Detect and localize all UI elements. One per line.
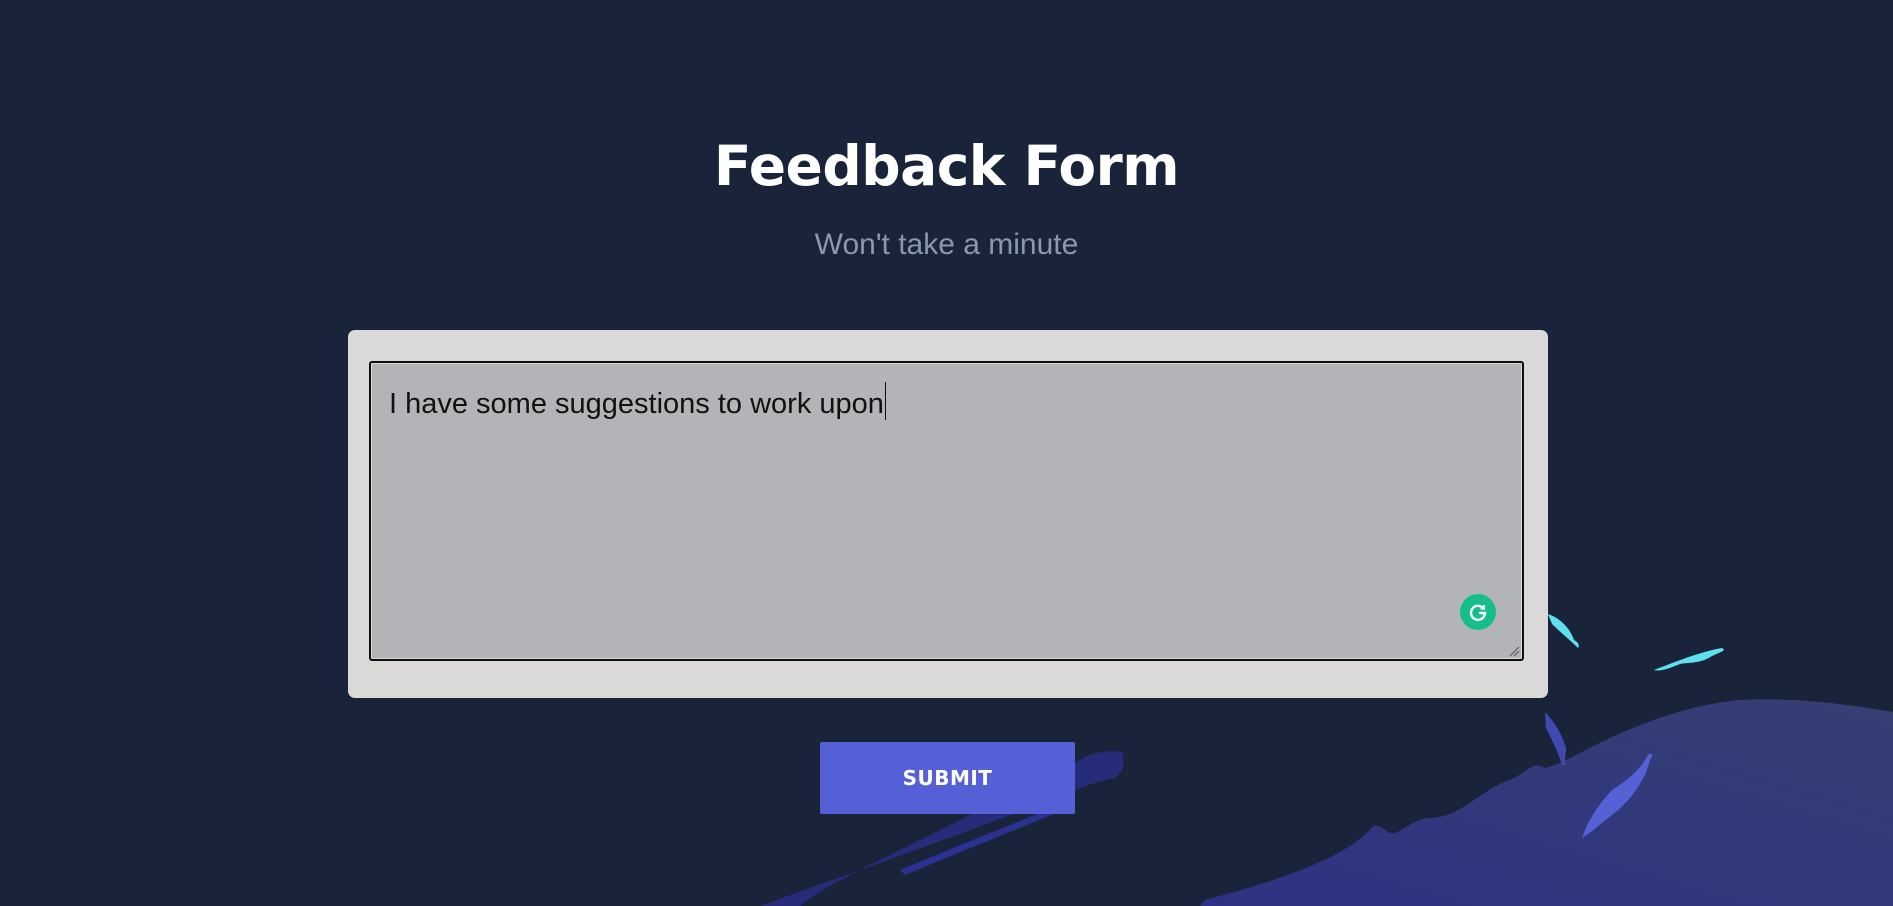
page-title: Feedback Form [713, 134, 1180, 198]
feather-cyan-left [1548, 614, 1579, 648]
feedback-text: I have some suggestions to work upon [389, 382, 887, 422]
feather-cyan-right [1654, 648, 1724, 671]
text-cursor [884, 382, 887, 420]
page-subtitle: Won't take a minute [814, 228, 1079, 261]
feedback-text-value: I have some suggestions to work upon [389, 388, 884, 420]
feedback-card: I have some suggestions to work upon [348, 330, 1548, 698]
resize-handle-icon[interactable] [1508, 645, 1520, 657]
hill-shape [1200, 699, 1893, 906]
feedback-textarea[interactable]: I have some suggestions to work upon [369, 361, 1524, 661]
grammarly-icon[interactable] [1460, 594, 1496, 630]
feather-purple-small [1545, 712, 1566, 765]
submit-button[interactable]: SUBMIT [820, 742, 1075, 814]
